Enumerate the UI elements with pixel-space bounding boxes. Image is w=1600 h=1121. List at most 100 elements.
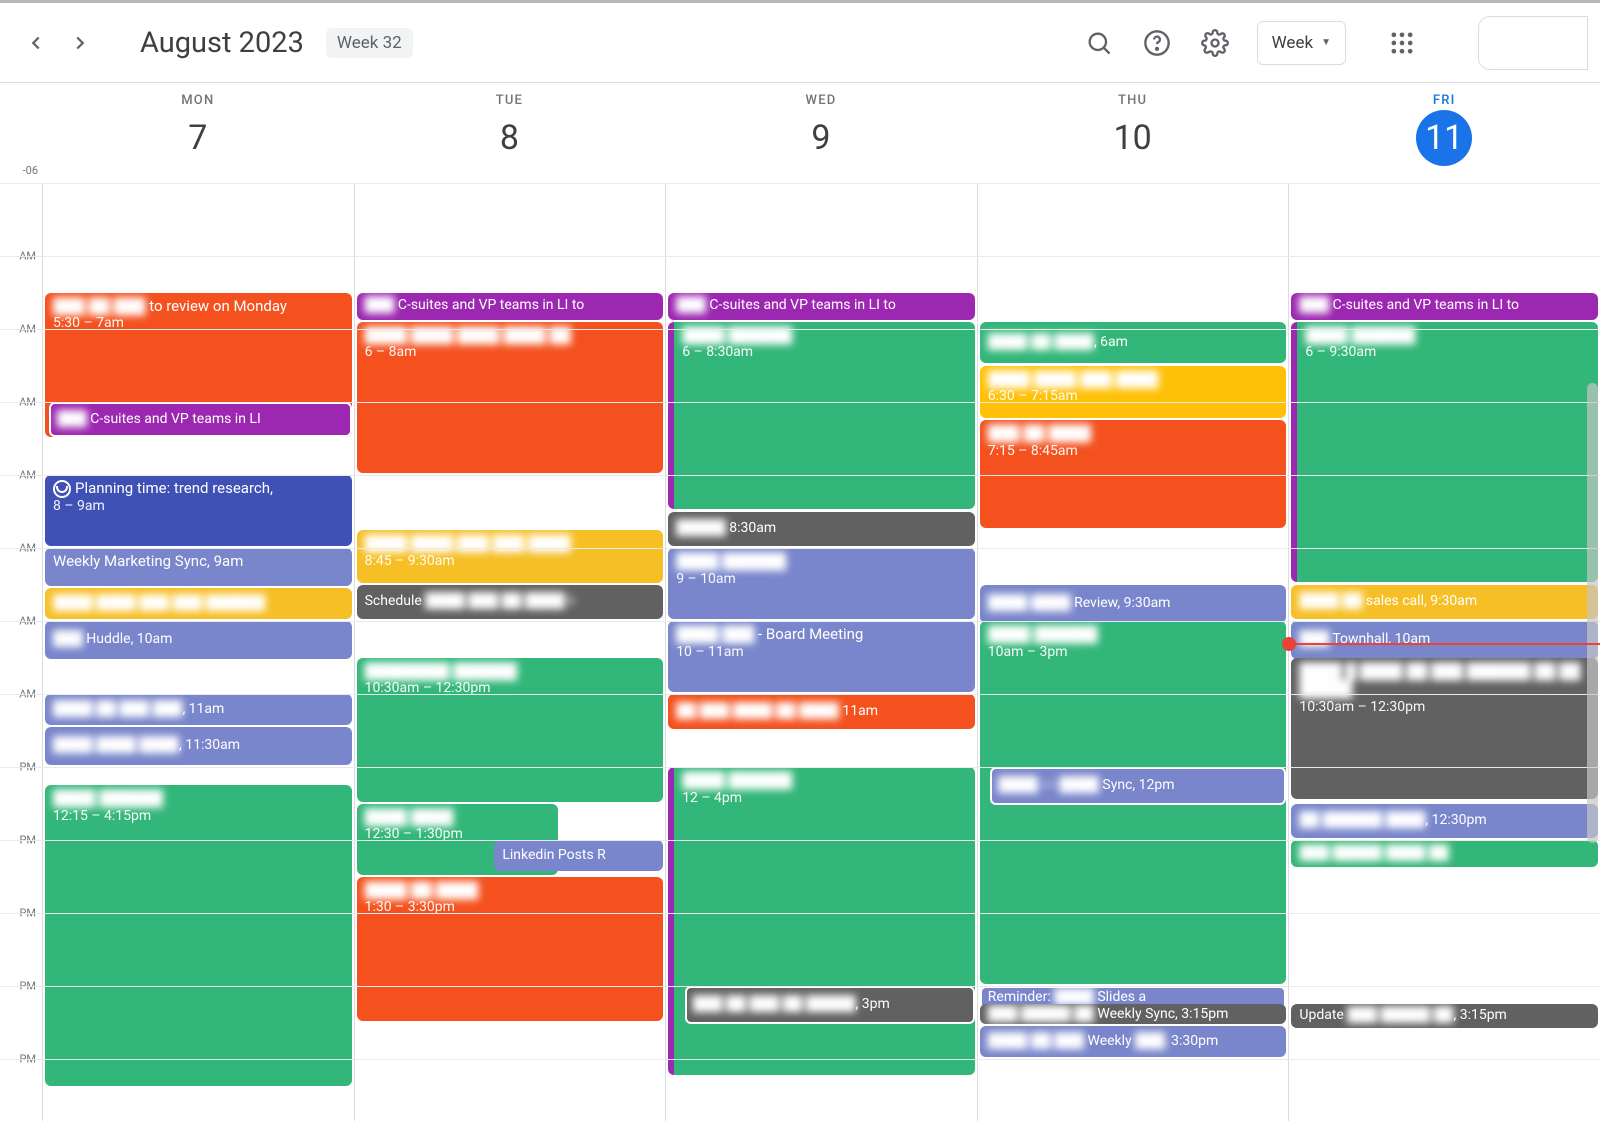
- day-number[interactable]: 9: [793, 110, 849, 166]
- hour-line: [0, 183, 1600, 184]
- event-title: ████ <> ████ Sync, 12pm: [998, 777, 1174, 795]
- event-time: 6:30 – 7:15am: [988, 388, 1279, 406]
- day-of-week-label: WED: [806, 93, 837, 108]
- calendar-event[interactable]: ███ C-suites and VP teams in LI: [49, 402, 352, 437]
- calendar-event[interactable]: ███ Townhall, 10am: [1291, 621, 1598, 659]
- calendar-event[interactable]: ████ ████ ███ ████6:30 – 7:15am: [980, 366, 1287, 419]
- calendar-event[interactable]: ████ ████ Review, 9:30am: [980, 585, 1287, 623]
- calendar-event[interactable]: ███ █████ ██ Weekly Sync, 3:15pm: [980, 1004, 1287, 1024]
- event-time: 7:15 – 8:45am: [988, 443, 1279, 461]
- calendar-event[interactable]: ████ ████ ████ ████ ██6 – 8am: [357, 322, 664, 473]
- event-title: ███ █████ ████ ██: [1299, 845, 1448, 863]
- calendar-event[interactable]: ███ C-suites and VP teams in LI to: [1291, 293, 1598, 320]
- hour-line: [0, 475, 1600, 476]
- timezone-label: -06: [23, 164, 42, 183]
- calendar-event[interactable]: Linkedin Posts R: [494, 840, 663, 871]
- hour-line: [0, 329, 1600, 330]
- calendar-event[interactable]: Schedule ████ ███ ██ ████ k: [357, 585, 664, 620]
- hour-line: [0, 767, 1600, 768]
- time-gutter: AMAMAMAMAMAMAMPMPMPMPMPM: [0, 183, 42, 1121]
- day-header[interactable]: TUE8: [354, 83, 666, 183]
- day-column-wed[interactable]: ███ C-suites and VP teams in LI to ████ █…: [665, 183, 977, 1121]
- apps-grid-icon: [1388, 29, 1416, 57]
- event-time: 1:30 – 3:30pm: [365, 899, 656, 917]
- calendar-event[interactable]: ████ ██ ███ Weekly ███, 3:30pm: [980, 1026, 1287, 1057]
- calendar-event[interactable]: ████ ██████9 – 10am: [668, 548, 975, 619]
- calendar-event[interactable]: ████████ ██████10:30am – 12:30pm: [357, 658, 664, 802]
- day-header[interactable]: WED 9: [665, 83, 977, 183]
- calendar-event[interactable]: ███ Huddle, 10am: [45, 621, 352, 659]
- event-title: Planning time: trend research,: [53, 479, 344, 498]
- calendar-event[interactable]: ███ C-suites and VP teams in LI to: [668, 293, 975, 320]
- event-title: ████ ████ ███ ███ ██████: [53, 595, 265, 613]
- view-select[interactable]: Week ▼: [1257, 21, 1346, 65]
- event-time: 10:30am – 12:30pm: [1299, 699, 1590, 717]
- day-header[interactable]: FRI11: [1288, 83, 1600, 183]
- calendar-event[interactable]: ██ ██████ ████, 12:30pm: [1291, 804, 1598, 839]
- calendar-event[interactable]: ████ ██████6 – 8:30am: [668, 322, 975, 510]
- scrollbar[interactable]: [1587, 383, 1598, 843]
- calendar-event[interactable]: ████ ████ ███ ███ ████8:45 – 9:30am: [357, 530, 664, 583]
- calendar-event[interactable]: ████ ██ ███ ███, 11am: [45, 694, 352, 725]
- calendar-event[interactable]: ████ ██████6 – 9:30am: [1291, 322, 1598, 583]
- day-of-week-label: MON: [181, 93, 214, 108]
- search-button[interactable]: [1075, 19, 1123, 67]
- day-column-fri[interactable]: ███ C-suites and VP teams in LI to████ █…: [1288, 183, 1600, 1121]
- prev-button[interactable]: [16, 23, 56, 63]
- day-number[interactable]: 7: [170, 110, 226, 166]
- calendar-event[interactable]: ████ <> ████ Sync, 12pm: [990, 767, 1286, 805]
- view-select-label: Week: [1272, 33, 1313, 53]
- calendar-event[interactable]: ████ ██ ████, 6am: [980, 322, 1287, 364]
- hour-line: [0, 621, 1600, 622]
- calendar-event[interactable]: ████ ██████12 – 4pm: [668, 767, 975, 1075]
- day-column-mon[interactable]: ███ ██ ███ to review on Monday5:30 – 7am…: [42, 183, 354, 1121]
- calendar-event[interactable]: Weekly Marketing Sync, 9am: [45, 548, 352, 586]
- calendar-event[interactable]: ████ ██████12:15 – 4:15pm: [45, 785, 352, 1086]
- event-title: Linkedin Posts R: [502, 847, 605, 865]
- settings-button[interactable]: [1191, 19, 1239, 67]
- event-time: 10am – 3pm: [988, 644, 1279, 662]
- calendar-event[interactable]: ███ ██ ███ ██ █████, 3pm: [685, 986, 975, 1024]
- event-title: ███ Townhall, 10am: [1299, 631, 1430, 649]
- calendar-event[interactable]: ██ ███ ████ ██ ████ 11am: [668, 694, 975, 729]
- event-time: 10 – 11am: [676, 644, 967, 662]
- calendar-event[interactable]: ███ ██ ████7:15 – 8:45am: [980, 420, 1287, 528]
- hour-line: [0, 840, 1600, 841]
- day-column-tue[interactable]: ███ C-suites and VP teams in LI to████ █…: [354, 183, 666, 1121]
- calendar-event[interactable]: ████ █ ████ ██ ███ ██████ ██ ██ █████10:…: [1291, 658, 1598, 799]
- event-title: ███ C-suites and VP teams in LI to: [676, 297, 896, 315]
- help-button[interactable]: [1133, 19, 1181, 67]
- event-time: 8:45 – 9:30am: [365, 553, 656, 571]
- event-time: 6 – 9:30am: [1305, 344, 1590, 362]
- calendar-event[interactable]: ████ ████ ███ ███ ██████: [45, 588, 352, 619]
- day-number[interactable]: 11: [1416, 110, 1472, 166]
- event-title: ████ ██ ███ Weekly ███, 3:30pm: [988, 1033, 1218, 1051]
- day-number[interactable]: 10: [1105, 110, 1161, 166]
- calendar-event[interactable]: ████ ███ - Board Meeting10 – 11am: [668, 621, 975, 692]
- calendar-event[interactable]: Update ███ █████ ██, 3:15pm: [1291, 1004, 1598, 1028]
- hour-line: [0, 1059, 1600, 1060]
- event-title: ███ █████ ██ Weekly Sync, 3:15pm: [988, 1006, 1229, 1024]
- month-label[interactable]: August 2023: [140, 26, 304, 60]
- apps-button[interactable]: [1378, 19, 1426, 67]
- event-title: ███ ██ ███ to review on Monday: [53, 297, 344, 316]
- calendar-event[interactable]: ████ ██ ████1:30 – 3:30pm: [357, 877, 664, 1021]
- hour-line: [0, 402, 1600, 403]
- event-title: ████ ██████: [676, 552, 967, 571]
- hour-line: [0, 694, 1600, 695]
- day-header[interactable]: MON 7: [42, 83, 354, 183]
- nav-group: [16, 23, 100, 63]
- calendar-event[interactable]: Planning time: trend research,8 – 9am: [45, 475, 352, 546]
- day-column-thu[interactable]: ████ ██ ████, 6am ████ ████ ███ ████6:30 …: [977, 183, 1289, 1121]
- event-time: 10:30am – 12:30pm: [365, 680, 656, 698]
- calendar-event[interactable]: █████ 8:30am: [668, 512, 975, 547]
- day-header[interactable]: THU10: [977, 83, 1289, 183]
- event-title: █████ 8:30am: [676, 520, 776, 538]
- event-title: ████ ██ ████, 6am: [988, 334, 1128, 352]
- day-number[interactable]: 8: [481, 110, 537, 166]
- calendar-event[interactable]: ████ ████ ████, 11:30am: [45, 727, 352, 765]
- calendar-event[interactable]: ███ C-suites and VP teams in LI to: [357, 293, 664, 320]
- next-button[interactable]: [60, 23, 100, 63]
- calendar-event[interactable]: ████ ██ sales call, 9:30am: [1291, 585, 1598, 620]
- calendar-event[interactable]: ███ █████ ████ ██: [1291, 840, 1598, 867]
